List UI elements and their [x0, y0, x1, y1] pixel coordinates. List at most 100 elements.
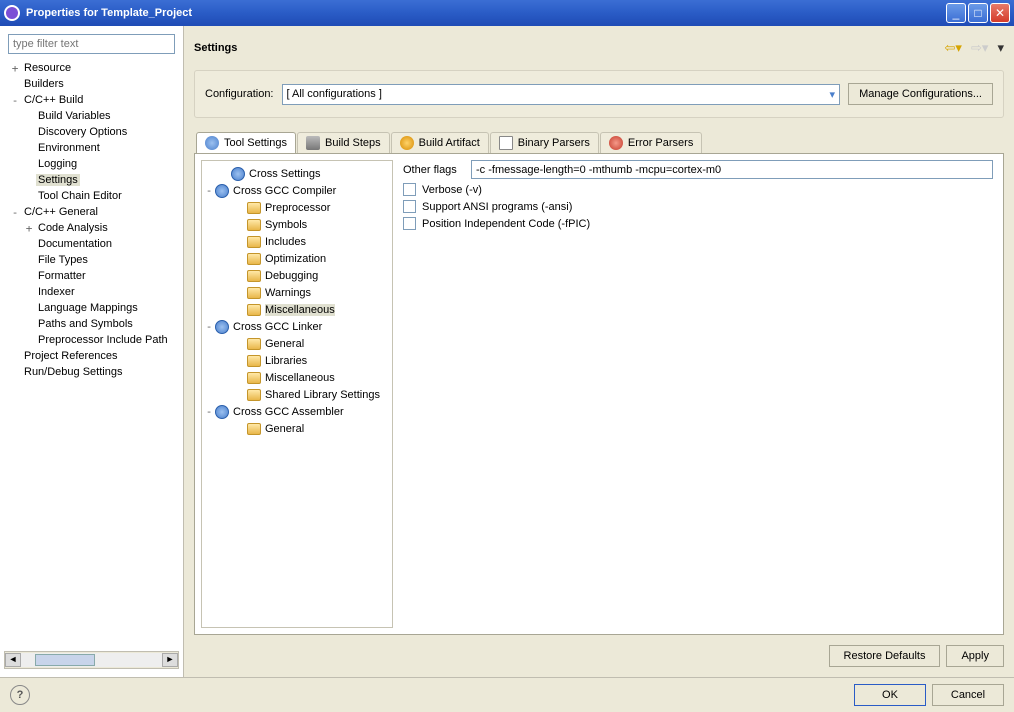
ansi-label: Support ANSI programs (-ansi) — [422, 201, 572, 213]
folder-icon — [247, 253, 261, 265]
folder-icon — [247, 389, 261, 401]
tab-binary-parsers[interactable]: Binary Parsers — [490, 132, 599, 153]
tool-tree-item[interactable]: Warnings — [204, 284, 390, 301]
nav-arrows: ⇦▾ ⇨▾ ▾ — [939, 40, 1005, 56]
tree-item[interactable]: +Resource — [10, 60, 179, 76]
horizontal-scrollbar[interactable]: ◄ ► — [4, 651, 179, 669]
maximize-button[interactable]: □ — [968, 3, 988, 23]
folder-icon — [215, 320, 229, 334]
folder-icon — [247, 236, 261, 248]
tree-item[interactable]: Discovery Options — [10, 124, 179, 140]
configuration-label: Configuration: — [205, 88, 274, 100]
tool-tree-item[interactable]: -Cross GCC Assembler — [204, 403, 390, 420]
tree-item[interactable]: File Types — [10, 252, 179, 268]
configuration-bar: Configuration: [ All configurations ] ▾ … — [194, 70, 1004, 118]
folder-icon — [247, 287, 261, 299]
settings-form: Other flags Verbose (-v) Support ANSI pr… — [399, 160, 997, 628]
tool-tree-item[interactable]: Symbols — [204, 216, 390, 233]
help-icon[interactable]: ? — [10, 685, 30, 705]
ti-blue-icon — [205, 136, 219, 150]
other-flags-input[interactable] — [471, 160, 993, 179]
tool-tree-item[interactable]: -Cross GCC Linker — [204, 318, 390, 335]
ansi-checkbox[interactable] — [403, 200, 416, 213]
ti-red-icon — [609, 136, 623, 150]
tool-tree-item[interactable]: General — [204, 335, 390, 352]
back-icon[interactable]: ⇦▾ — [945, 40, 962, 55]
verbose-checkbox[interactable] — [403, 183, 416, 196]
folder-icon — [247, 202, 261, 214]
verbose-label: Verbose (-v) — [422, 184, 482, 196]
category-tree[interactable]: +ResourceBuilders-C/C++ BuildBuild Varia… — [4, 60, 179, 647]
tree-item[interactable]: -C/C++ Build — [10, 92, 179, 108]
fpic-label: Position Independent Code (-fPIC) — [422, 218, 590, 230]
folder-icon — [247, 423, 261, 435]
tree-item[interactable]: Settings — [10, 172, 179, 188]
tool-tree-item[interactable]: Shared Library Settings — [204, 386, 390, 403]
tool-tree-item[interactable]: Debugging — [204, 267, 390, 284]
page-title: Settings — [194, 42, 939, 54]
window-title: Properties for Template_Project — [26, 7, 946, 19]
tab-build-artifact[interactable]: Build Artifact — [391, 132, 489, 153]
folder-icon — [247, 338, 261, 350]
forward-icon: ⇨▾ — [971, 40, 988, 55]
tab-error-parsers[interactable]: Error Parsers — [600, 132, 702, 153]
tree-item[interactable]: Tool Chain Editor — [10, 188, 179, 204]
tool-tree-item[interactable]: Libraries — [204, 352, 390, 369]
folder-icon — [247, 219, 261, 231]
ti-doc-icon — [499, 136, 513, 150]
tree-item[interactable]: Preprocessor Include Path — [10, 332, 179, 348]
tab-build-steps[interactable]: Build Steps — [297, 132, 390, 153]
window-buttons: _ □ ✕ — [946, 3, 1010, 23]
fpic-checkbox[interactable] — [403, 217, 416, 230]
tool-settings-tree[interactable]: Cross Settings-Cross GCC CompilerPreproc… — [201, 160, 393, 628]
tool-tree-item[interactable]: Miscellaneous — [204, 301, 390, 318]
folder-icon — [247, 304, 261, 316]
tree-item[interactable]: +Code Analysis — [10, 220, 179, 236]
tool-tree-item[interactable]: Preprocessor — [204, 199, 390, 216]
dropdown-icon: ▾ — [830, 88, 836, 101]
configuration-select[interactable]: [ All configurations ] ▾ — [282, 84, 841, 105]
tree-item[interactable]: Run/Debug Settings — [10, 364, 179, 380]
scroll-right-icon[interactable]: ► — [162, 653, 178, 667]
title-bar: Properties for Template_Project _ □ ✕ — [0, 0, 1014, 26]
tree-item[interactable]: Paths and Symbols — [10, 316, 179, 332]
folder-icon — [247, 355, 261, 367]
cancel-button[interactable]: Cancel — [932, 684, 1004, 706]
folder-icon — [247, 270, 261, 282]
tree-item[interactable]: Logging — [10, 156, 179, 172]
tool-tree-item[interactable]: Cross Settings — [204, 165, 390, 182]
apply-button[interactable]: Apply — [946, 645, 1004, 667]
folder-icon — [215, 405, 229, 419]
tree-item[interactable]: Documentation — [10, 236, 179, 252]
tree-item[interactable]: Project References — [10, 348, 179, 364]
menu-icon[interactable]: ▾ — [997, 40, 1004, 55]
tab-strip: Tool SettingsBuild StepsBuild ArtifactBi… — [194, 132, 1004, 153]
folder-icon — [215, 184, 229, 198]
folder-icon — [247, 372, 261, 384]
tool-tree-item[interactable]: Includes — [204, 233, 390, 250]
tree-item[interactable]: Environment — [10, 140, 179, 156]
scroll-left-icon[interactable]: ◄ — [5, 653, 21, 667]
tree-item[interactable]: Build Variables — [10, 108, 179, 124]
ok-button[interactable]: OK — [854, 684, 926, 706]
tree-item[interactable]: Formatter — [10, 268, 179, 284]
tool-tree-item[interactable]: General — [204, 420, 390, 437]
tree-item[interactable]: Builders — [10, 76, 179, 92]
ti-wand-icon — [306, 136, 320, 150]
tool-tree-item[interactable]: -Cross GCC Compiler — [204, 182, 390, 199]
folder-icon — [231, 167, 245, 181]
restore-defaults-button[interactable]: Restore Defaults — [829, 645, 941, 667]
manage-configurations-button[interactable]: Manage Configurations... — [848, 83, 993, 105]
tool-tree-item[interactable]: Miscellaneous — [204, 369, 390, 386]
filter-input[interactable] — [8, 34, 175, 54]
scroll-thumb[interactable] — [35, 654, 95, 666]
tab-tool-settings[interactable]: Tool Settings — [196, 132, 296, 153]
eclipse-icon — [4, 5, 20, 21]
tree-item[interactable]: Indexer — [10, 284, 179, 300]
tree-item[interactable]: -C/C++ General — [10, 204, 179, 220]
tool-tree-item[interactable]: Optimization — [204, 250, 390, 267]
tree-item[interactable]: Language Mappings — [10, 300, 179, 316]
minimize-button[interactable]: _ — [946, 3, 966, 23]
other-flags-label: Other flags — [403, 164, 465, 176]
close-button[interactable]: ✕ — [990, 3, 1010, 23]
